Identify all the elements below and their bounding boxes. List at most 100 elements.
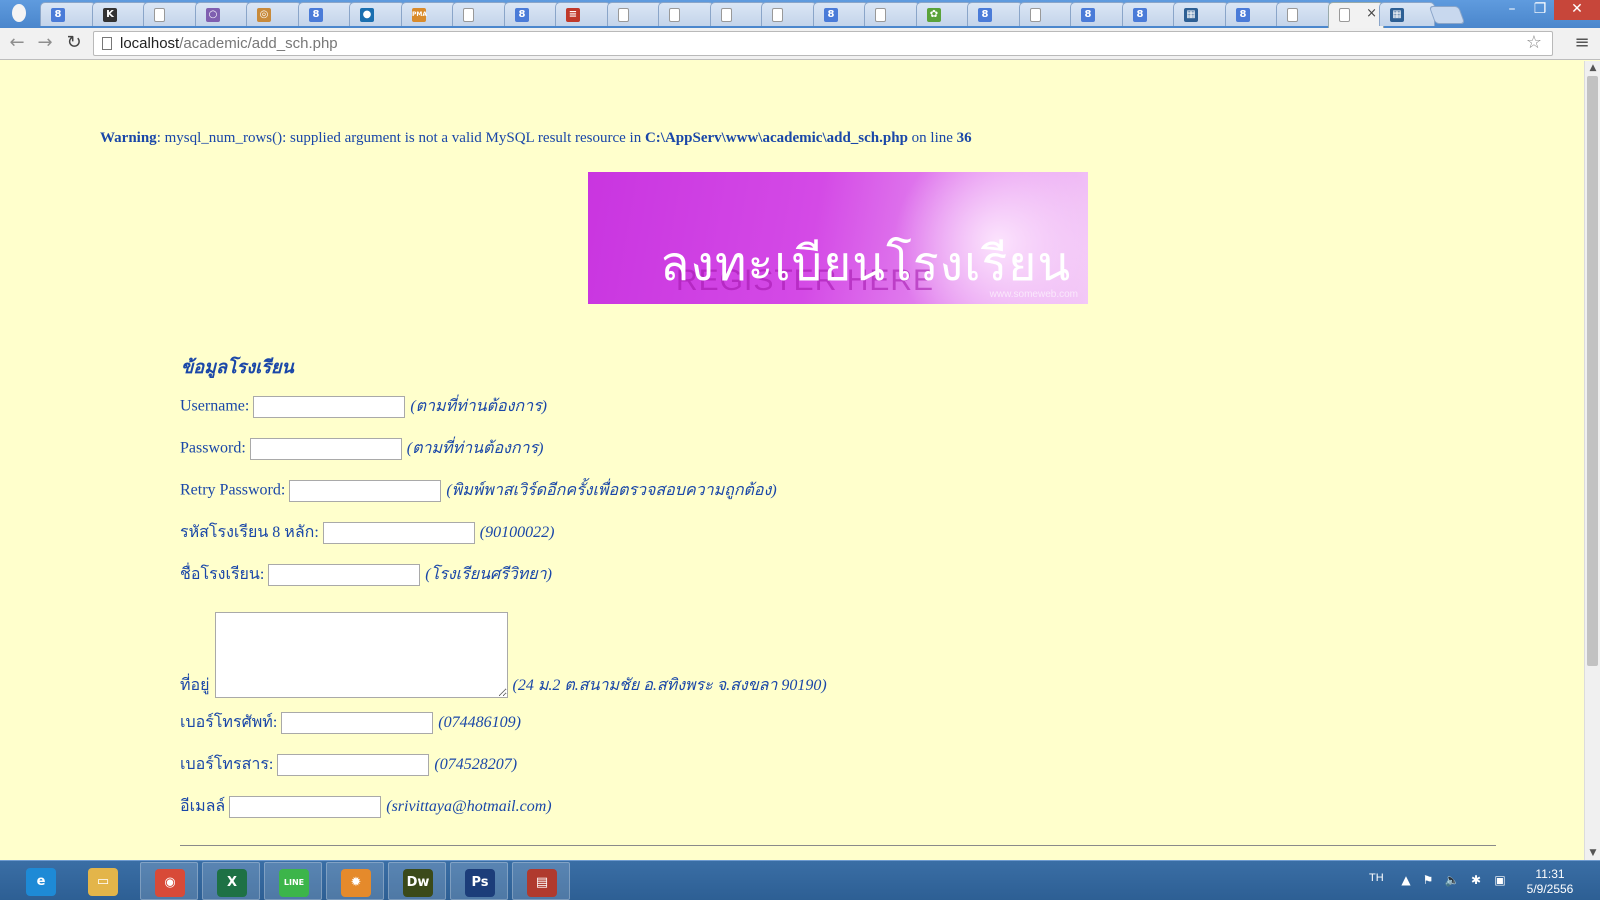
browser-tab[interactable]: 8 [1225, 2, 1281, 26]
show-hidden-icons-icon[interactable]: ▲ [1398, 873, 1414, 889]
scroll-up-icon[interactable]: ▲ [1585, 61, 1600, 75]
google-icon: 8 [515, 8, 529, 22]
taskbar-dreamweaver[interactable]: Dw [388, 862, 446, 900]
browser-tab[interactable] [1019, 2, 1075, 26]
browser-tab[interactable] [761, 2, 817, 26]
username-input[interactable] [253, 395, 406, 418]
clock-date: 5/9/2556 [1526, 882, 1574, 896]
browser-tab[interactable]: 8 [813, 2, 869, 26]
register-banner: REGISTER HERE ลงทะเบียนโรงเรียน www.some… [588, 172, 1088, 304]
minimize-button[interactable]: – [1498, 0, 1526, 20]
banner-watermark: www.someweb.com [989, 289, 1078, 300]
page-icon [463, 8, 474, 22]
taskbar-internet-explorer[interactable]: e [12, 862, 70, 900]
retry-password-row: Retry Password: (พิมพ์พาสเวิร์ดอีกครั้งเพ… [180, 478, 777, 503]
browser-tab[interactable] [1276, 2, 1332, 26]
chrome-user-icon[interactable] [8, 3, 34, 25]
retry-password-label: Retry Password: [180, 481, 286, 499]
warning-path: C:\AppServ\www\academic\add_sch.php [644, 130, 908, 146]
bookmark-star-icon[interactable]: ☆ [1526, 32, 1542, 53]
fax-input[interactable] [277, 753, 430, 776]
back-button[interactable]: ← [6, 32, 28, 54]
volume-icon[interactable]: 🔈 [1444, 873, 1460, 889]
language-indicator[interactable]: TH [1369, 872, 1384, 884]
browser-tab[interactable]: PMA [401, 2, 457, 26]
page-icon [1339, 8, 1350, 22]
browser-tab[interactable]: 8 [967, 2, 1023, 26]
address-row: ที่อยู่ (24 ม.2 ต.สนามชัย อ.สทิงพระ จ.สงข… [180, 612, 827, 698]
chrome-menu-icon[interactable]: ≡ [1572, 32, 1592, 54]
browser-tab[interactable]: ✿ [916, 2, 972, 26]
scroll-down-icon[interactable]: ▼ [1585, 846, 1600, 860]
browser-tab[interactable]: ▦ [1173, 2, 1229, 26]
browser-tab[interactable] [864, 2, 920, 26]
browser-tab[interactable]: ● [349, 2, 405, 26]
taskbar-photoshop[interactable]: Ps [450, 862, 508, 900]
network-icon[interactable]: ▣ [1492, 873, 1508, 889]
taskbar-settings[interactable]: ✹ [326, 862, 384, 900]
email-hint: (srivittaya@hotmail.com) [386, 797, 552, 815]
browser-tab[interactable]: ▦ [1379, 2, 1435, 26]
page-scrollbar[interactable]: ▲ ▼ [1584, 61, 1600, 860]
clock-time: 11:31 [1535, 867, 1565, 881]
school-code-hint: (90100022) [479, 523, 555, 541]
taskbar-line[interactable]: LINE [264, 862, 322, 900]
fax-hint: (074528207) [434, 755, 518, 773]
browser-tab[interactable] [452, 2, 508, 26]
php-warning: Warning: mysql_num_rows(): supplied argu… [100, 130, 972, 147]
reload-button[interactable]: ↻ [63, 32, 85, 54]
address-label: ที่อยู่ [180, 677, 210, 694]
google-icon: 8 [1133, 8, 1147, 22]
system-clock[interactable]: 11:31 5/9/2556 [1518, 867, 1582, 897]
section-title: ข้อมูลโรงเรียน [181, 357, 294, 378]
browser-tab[interactable] [607, 2, 663, 26]
browser-tab[interactable]: ○ [195, 2, 251, 26]
taskbar-file-explorer[interactable]: ▭ [74, 862, 132, 900]
forward-button[interactable]: → [34, 32, 56, 54]
fax-row: เบอร์โทรสาร: (074528207) [180, 752, 517, 777]
phone-label: เบอร์โทรศัพท์: [180, 714, 278, 731]
photoshop-icon: Ps [465, 869, 495, 897]
browser-tab[interactable]: ◎ [246, 2, 302, 26]
taskbar-chrome[interactable]: ◉ [140, 862, 198, 900]
browser-tab[interactable] [710, 2, 766, 26]
school-code-input[interactable] [322, 521, 475, 544]
bluetooth-icon[interactable]: ✱ [1468, 873, 1484, 889]
address-bar[interactable]: localhost/academic/add_sch.php ☆ [93, 31, 1553, 56]
browser-tab[interactable]: 8 [1122, 2, 1178, 26]
browser-tab[interactable] [658, 2, 714, 26]
circle-icon: ○ [206, 8, 220, 22]
calendar-icon: ▦ [1390, 8, 1404, 22]
browser-tab[interactable]: 8 [504, 2, 560, 26]
scroll-thumb[interactable] [1587, 76, 1598, 666]
email-input[interactable] [229, 795, 382, 818]
tab-active[interactable]: × [1328, 2, 1384, 28]
line-icon: LINE [279, 869, 309, 897]
taskbar-document-viewer[interactable]: ▤ [512, 862, 570, 900]
browser-tab[interactable]: 8 [298, 2, 354, 26]
new-tab-button[interactable] [1428, 6, 1466, 24]
warning-on-line: on line [907, 130, 957, 146]
browser-tab[interactable]: K [92, 2, 148, 26]
close-window-button[interactable]: ✕ [1554, 0, 1600, 20]
retry-password-input[interactable] [289, 479, 442, 502]
browser-tab[interactable] [143, 2, 199, 26]
school-name-input[interactable] [268, 563, 421, 586]
page-icon [721, 8, 732, 22]
calendar-icon: ▦ [1184, 8, 1198, 22]
taskbar-excel[interactable]: X [202, 862, 260, 900]
browser-tab[interactable]: 8 [1070, 2, 1126, 26]
browser-tab[interactable]: ≡ [555, 2, 611, 26]
password-input[interactable] [249, 437, 402, 460]
site-icon: ● [360, 8, 374, 22]
phone-input[interactable] [281, 711, 434, 734]
browser-tab[interactable]: 8 [40, 2, 96, 26]
url-text[interactable]: localhost/academic/add_sch.php [120, 35, 338, 52]
close-tab-icon[interactable]: × [1366, 6, 1377, 21]
address-textarea[interactable] [214, 612, 508, 698]
action-center-icon[interactable]: ⚑ [1420, 873, 1436, 889]
restore-button[interactable]: ❐ [1526, 0, 1554, 20]
email-label: อีเมลล์ [180, 798, 226, 815]
google-icon: 8 [1081, 8, 1095, 22]
password-hint: (ตามที่ท่านต้องการ) [406, 440, 544, 457]
